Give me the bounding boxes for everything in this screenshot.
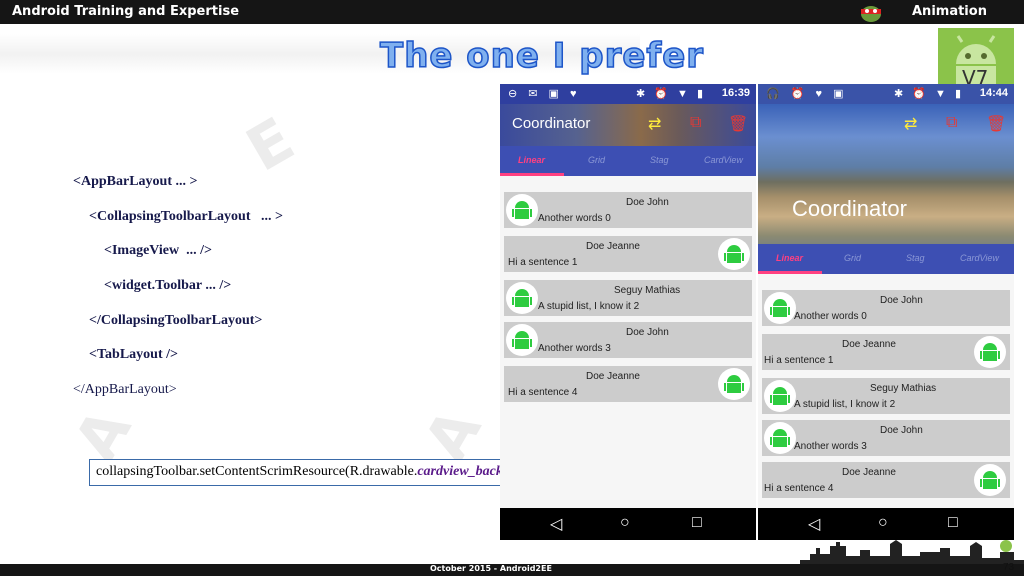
item-message: A stupid list, I know it 2	[538, 301, 640, 312]
copy-icon[interactable]: ⧉	[690, 114, 701, 132]
status-bar: ⊖ ✉ ▣ ♥ ✱ ⏰ ▼ ▮ 16:39	[500, 84, 756, 104]
code-line-5: </CollapsingToolbarLayout>	[89, 313, 263, 328]
shuffle-icon[interactable]: ⇄	[648, 114, 661, 134]
watermark-letter: E	[235, 104, 306, 186]
header-section: Animation	[912, 4, 987, 19]
page-number: 73	[1003, 562, 1015, 573]
list-item[interactable]: Doe Jeanne Hi a sentence 4	[504, 366, 752, 402]
android-icon	[974, 464, 1006, 496]
list-item[interactable]: Doe John Another words 3	[504, 322, 752, 358]
android-icon	[764, 422, 796, 454]
recents-icon[interactable]: □	[692, 514, 702, 532]
item-name: Doe John	[626, 327, 669, 338]
list-item[interactable]: Doe John Another words 0	[762, 290, 1010, 326]
status-time: 16:39	[721, 87, 750, 99]
home-icon[interactable]: ○	[878, 514, 888, 532]
toolbar-title: Coordinator	[792, 196, 907, 221]
phone-collapsed: ⊖ ✉ ▣ ♥ ✱ ⏰ ▼ ▮ 16:39 Coordinator ⇄ ⧉ 🗑 …	[500, 84, 756, 540]
header-bar: Android Training and Expertise Animation	[0, 0, 1024, 24]
list-item[interactable]: Doe Jeanne Hi a sentence 4	[762, 462, 1010, 498]
toolbar-title: Coordinator	[512, 115, 591, 132]
tab-grid[interactable]: Grid	[844, 253, 861, 263]
android-v7-badge: V7	[938, 28, 1014, 90]
item-message: Another words 3	[794, 441, 867, 452]
tab-stag[interactable]: Stag	[906, 253, 925, 263]
recents-icon[interactable]: □	[948, 514, 958, 532]
item-name: Doe Jeanne	[586, 241, 640, 252]
notification-icons: 🎧 ⏰ ♥ ▣	[766, 88, 848, 100]
copy-icon[interactable]: ⧉	[946, 114, 957, 132]
code-line-2: <CollapsingToolbarLayout ... >	[89, 209, 283, 224]
list-item[interactable]: Seguy Mathias A stupid list, I know it 2	[762, 378, 1010, 414]
tab-indicator	[500, 173, 564, 176]
item-message: Hi a sentence 1	[764, 355, 834, 366]
item-message: Hi a sentence 4	[508, 387, 578, 398]
android-icon	[506, 194, 538, 226]
status-bar: 🎧 ⏰ ♥ ▣ ✱ ⏰ ▼ ▮ 14:44	[758, 84, 1014, 104]
item-message: Hi a sentence 4	[764, 483, 834, 494]
status-time: 14:44	[979, 87, 1008, 99]
list-item[interactable]: Doe John Another words 0	[504, 192, 752, 228]
phone-expanded: 🎧 ⏰ ♥ ▣ ✱ ⏰ ▼ ▮ 14:44 ⇄ ⧉ 🗑 Coordinator …	[758, 84, 1014, 540]
code-line-1: <AppBarLayout ... >	[73, 174, 198, 189]
android-icon	[506, 324, 538, 356]
tab-linear[interactable]: Linear	[776, 253, 803, 263]
tab-layout: Linear Grid Stag CardView	[500, 146, 756, 176]
footer-bar: October 2015 - Android2EE	[0, 564, 1024, 576]
tab-linear[interactable]: Linear	[518, 155, 545, 165]
home-icon[interactable]: ○	[620, 514, 630, 532]
code-line-6: <TabLayout />	[89, 347, 178, 362]
code-line-7: </AppBarLayout>	[73, 382, 177, 397]
android-icon	[718, 368, 750, 400]
system-icons: ✱ ⏰ ▼ ▮	[893, 88, 964, 100]
snippet-prefix: collapsingToolbar.setContentScrimResourc…	[96, 464, 418, 479]
list-item[interactable]: Doe John Another words 3	[762, 420, 1010, 456]
nav-bar: ◁ ○ □	[758, 508, 1014, 540]
nav-bar: ◁ ○ □	[500, 508, 756, 540]
android-icon	[506, 282, 538, 314]
item-name: Doe John	[880, 425, 923, 436]
back-icon[interactable]: ◁	[550, 514, 562, 534]
collapsing-toolbar-image	[758, 104, 1014, 254]
item-name: Doe Jeanne	[842, 339, 896, 350]
city-skyline-icon	[800, 540, 1024, 566]
item-message: Another words 3	[538, 343, 611, 354]
trash-icon[interactable]: 🗑	[728, 114, 748, 134]
item-message: Another words 0	[538, 213, 611, 224]
item-name: Doe John	[626, 197, 669, 208]
trash-icon[interactable]: 🗑	[986, 114, 1006, 134]
system-icons: ✱ ⏰ ▼ ▮	[635, 88, 706, 100]
turtle-logo-icon	[861, 6, 881, 22]
tab-indicator	[758, 271, 822, 274]
tab-layout: Linear Grid Stag CardView	[758, 244, 1014, 274]
tab-cardview[interactable]: CardView	[704, 155, 743, 165]
tab-stag[interactable]: Stag	[650, 155, 669, 165]
android-icon	[764, 292, 796, 324]
list-item[interactable]: Doe Jeanne Hi a sentence 1	[762, 334, 1010, 370]
footer-text: October 2015 - Android2EE	[430, 564, 552, 573]
item-name: Seguy Mathias	[614, 285, 681, 296]
header-title: Android Training and Expertise	[12, 4, 240, 19]
slide-title: The one I prefer	[379, 35, 705, 77]
item-message: Hi a sentence 1	[508, 257, 578, 268]
code-line-4: <widget.Toolbar ... />	[104, 278, 232, 293]
notification-icons: ⊖ ✉ ▣ ♥	[508, 88, 581, 100]
android-icon	[764, 380, 796, 412]
code-line-3: <ImageView ... />	[104, 243, 212, 258]
item-message: Another words 0	[794, 311, 867, 322]
list-item[interactable]: Seguy Mathias A stupid list, I know it 2	[504, 280, 752, 316]
list-item[interactable]: Doe Jeanne Hi a sentence 1	[504, 236, 752, 272]
item-name: Seguy Mathias	[870, 383, 937, 394]
tab-cardview[interactable]: CardView	[960, 253, 999, 263]
shuffle-icon[interactable]: ⇄	[904, 114, 917, 134]
tab-grid[interactable]: Grid	[588, 155, 605, 165]
item-name: Doe John	[880, 295, 923, 306]
item-message: A stupid list, I know it 2	[794, 399, 896, 410]
item-name: Doe Jeanne	[586, 371, 640, 382]
item-name: Doe Jeanne	[842, 467, 896, 478]
android-icon	[718, 238, 750, 270]
back-icon[interactable]: ◁	[808, 514, 820, 534]
android-icon	[974, 336, 1006, 368]
